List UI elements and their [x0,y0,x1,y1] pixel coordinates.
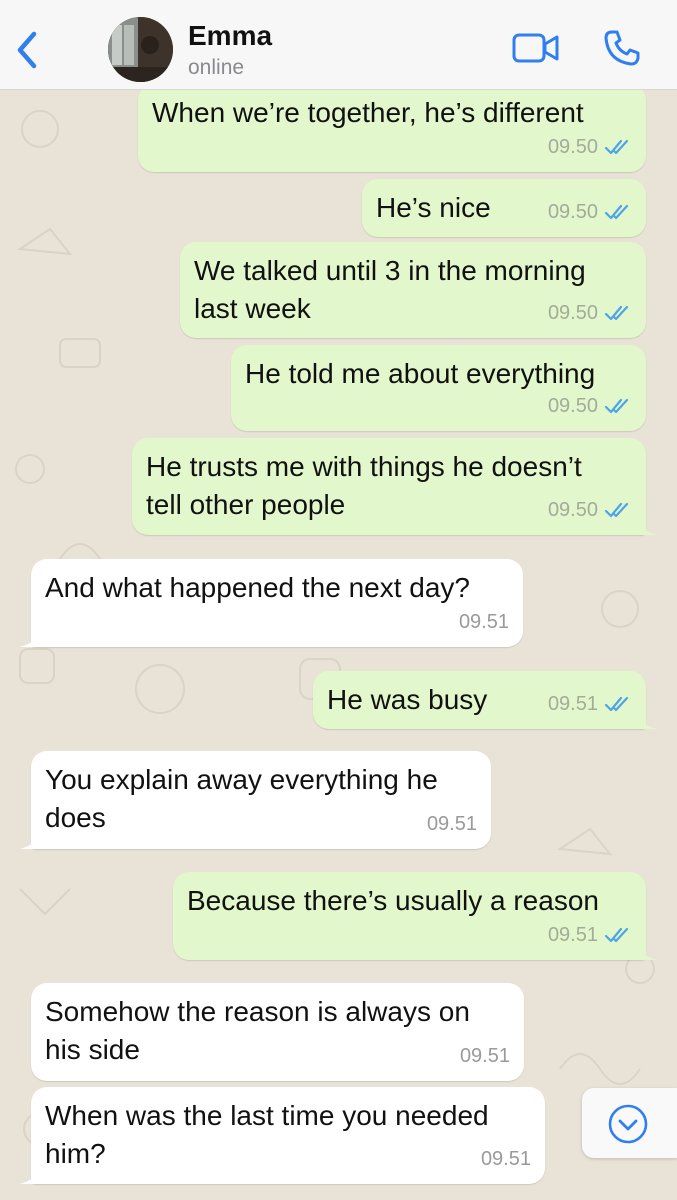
scroll-to-bottom-button[interactable] [582,1088,677,1158]
message-meta: 09.51 [548,685,632,723]
message-meta: 09.50 [548,128,632,166]
message-bubble-incoming[interactable]: You explain away everything he does 09.5… [19,751,491,849]
message-time: 09.50 [547,136,598,158]
double-check-icon [604,305,629,321]
message-meta: 09.51 [427,805,477,843]
message-bubble-outgoing[interactable]: He was busy 09.51 [313,671,658,729]
message-time: 09.51 [480,1148,531,1170]
double-check-icon [604,139,629,155]
message-text: He trusts me with things he doesn’t [146,451,582,482]
message-meta: 09.51 [548,916,632,954]
message-text: You explain away everything he [45,764,438,795]
message-bubble-outgoing[interactable]: He’s nice 09.50 [362,179,646,237]
message-bubble-outgoing[interactable]: When we’re together, he’s different 09.5… [138,84,646,172]
double-check-icon [604,204,629,220]
bubble-tail [636,513,658,535]
video-camera-icon [512,33,559,63]
message-meta: 09.50 [548,193,632,231]
message-bubble-incoming[interactable]: And what happened the next day? 09.51 [19,559,523,647]
message-text: We talked until 3 in the morning [194,255,586,286]
message-time: 09.50 [547,499,598,521]
message-time: 09.50 [547,395,598,417]
avatar-photo [108,17,173,82]
message-text: And what happened the next day? [45,572,471,603]
double-check-icon [604,502,629,518]
message-meta: 09.50 [548,294,632,332]
double-check-icon [604,696,629,712]
voice-call-button[interactable] [602,28,642,68]
message-meta: 09.51 [459,603,509,641]
message-bubble-incoming[interactable]: Somehow the reason is always on his side… [31,983,524,1081]
message-time: 09.51 [426,813,477,835]
message-text: him? [45,1138,106,1169]
message-meta: 09.51 [460,1037,510,1075]
message-text: Because there’s usually a reason [187,885,599,916]
bubble-tail [19,827,41,849]
video-call-button[interactable] [512,30,560,66]
chevron-down-circle-icon [608,1104,648,1144]
message-time: 09.50 [547,201,598,223]
message-text: does [45,802,106,833]
message-bubble-outgoing[interactable]: We talked until 3 in the morning last we… [180,242,646,338]
message-meta: 09.51 [481,1140,531,1178]
double-check-icon [604,927,629,943]
phone-icon [604,30,640,66]
message-text: Somehow the reason is always on [45,996,470,1027]
contact-name[interactable]: Emma [188,20,272,52]
back-button[interactable] [12,28,42,72]
message-meta: 09.50 [548,491,632,529]
message-text: his side [45,1034,140,1065]
message-bubble-incoming[interactable]: When was the last time you needed him? 0… [19,1087,545,1184]
message-time: 09.51 [547,693,598,715]
message-time: 09.51 [547,924,598,946]
double-check-icon [604,398,629,414]
bubble-tail [19,1162,41,1184]
contact-status: online [188,56,245,79]
message-meta: 09.50 [548,387,632,425]
bubble-tail [636,707,658,729]
chevron-left-icon [17,31,37,69]
bubble-tail [636,938,658,960]
chat-header: Emma online [0,0,677,90]
message-bubble-outgoing[interactable]: Because there’s usually a reason 09.51 [173,872,658,960]
message-text: When was the last time you needed [45,1100,489,1131]
bubble-tail [19,625,41,647]
message-time: 09.51 [459,1045,510,1067]
message-bubble-outgoing[interactable]: He trusts me with things he doesn’t tell… [132,438,658,535]
message-time: 09.50 [547,302,598,324]
message-time: 09.51 [458,611,509,633]
avatar[interactable] [108,17,173,82]
message-bubble-outgoing[interactable]: He told me about everything 09.50 [231,345,646,431]
message-text: When we’re together, he’s different [152,97,584,128]
